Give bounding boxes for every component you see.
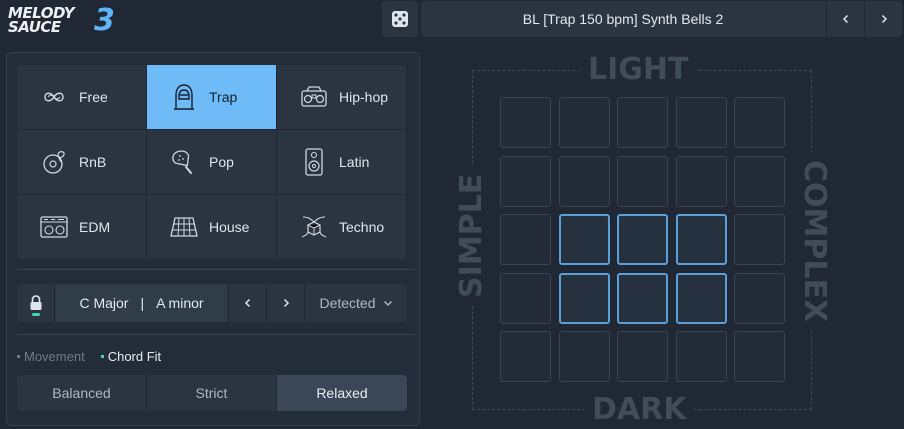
preset-next-button[interactable] xyxy=(864,1,902,37)
pad-cell[interactable] xyxy=(617,331,668,382)
genre-label: EDM xyxy=(79,219,111,235)
cube-swirl-icon xyxy=(299,212,329,242)
divider xyxy=(17,334,415,335)
preset-prev-button[interactable] xyxy=(826,1,864,37)
mixer-icon xyxy=(39,212,69,242)
key-selector: C Major | A minor Detected xyxy=(17,284,407,322)
pad-cell[interactable] xyxy=(559,156,610,207)
pad-cell[interactable] xyxy=(500,214,551,265)
pad-cell[interactable] xyxy=(617,97,668,148)
key-next-button[interactable] xyxy=(266,284,304,322)
genre-edm[interactable]: EDM xyxy=(17,195,146,259)
pad-cell[interactable] xyxy=(734,214,785,265)
chevron-down-icon xyxy=(383,301,392,306)
pad-cell[interactable] xyxy=(500,97,551,148)
genre-hip-hop[interactable]: Hip-hop xyxy=(277,65,406,129)
logo-version: 3 xyxy=(94,3,115,38)
genre-latin[interactable]: Latin xyxy=(277,130,406,194)
fit-strict-button[interactable]: Strict xyxy=(147,375,276,411)
axis-label-dark: DARK xyxy=(584,394,695,426)
lock-active-indicator xyxy=(32,313,40,316)
randomize-button[interactable] xyxy=(382,1,418,37)
mode-tabs: Movement Chord Fit xyxy=(17,348,177,364)
pad-cell[interactable] xyxy=(559,97,610,148)
genre-label: Pop xyxy=(209,154,234,170)
tab-label: Chord Fit xyxy=(107,348,162,364)
boombox-icon xyxy=(299,82,329,112)
preset-name[interactable]: BL [Trap 150 bpm] Synth Bells 2 xyxy=(421,1,825,37)
genre-label: House xyxy=(209,219,250,235)
pad-cell[interactable] xyxy=(617,156,668,207)
chevron-left-icon xyxy=(244,298,250,308)
genre-house[interactable]: House xyxy=(147,195,276,259)
hooded-figure-icon xyxy=(169,82,199,112)
keyboard-icon xyxy=(169,212,199,242)
genre-label: Hip-hop xyxy=(339,89,389,105)
key-prev-button[interactable] xyxy=(228,284,266,322)
genre-techno[interactable]: Techno xyxy=(277,195,406,259)
tab-label: Movement xyxy=(24,348,85,364)
fit-relaxed-button[interactable]: Relaxed xyxy=(277,375,407,411)
pad-cell[interactable] xyxy=(676,331,727,382)
popsicle-icon xyxy=(169,147,199,177)
key-display[interactable]: C Major | A minor xyxy=(56,284,227,322)
chevron-right-icon xyxy=(283,298,289,308)
fit-balanced-button[interactable]: Balanced xyxy=(17,375,146,411)
genre-rnb[interactable]: RnB xyxy=(17,130,146,194)
chord-fit-selector: Balanced Strict Relaxed xyxy=(17,375,407,411)
genre-label: Latin xyxy=(339,154,370,170)
pad-cell[interactable] xyxy=(617,214,668,265)
settings-panel: Free Trap Hip-hop RnB Pop Latin EDM Hous… xyxy=(6,52,420,426)
app-window: MELODY SAUCE 3 BL [Trap 150 bpm] Synth B… xyxy=(0,0,904,429)
key-major: C Major xyxy=(79,295,129,311)
genre-grid: Free Trap Hip-hop RnB Pop Latin EDM Hous… xyxy=(17,65,407,259)
genre-label: Trap xyxy=(209,89,238,105)
tab-indicator xyxy=(17,354,20,358)
axis-label-complex: COMPLEX xyxy=(797,152,832,331)
pad-cell[interactable] xyxy=(500,331,551,382)
tab-movement[interactable]: Movement xyxy=(17,349,85,364)
lock-icon xyxy=(30,295,41,310)
genre-free[interactable]: Free xyxy=(17,65,146,129)
pad-cell[interactable] xyxy=(676,214,727,265)
melody-sauce-logo: MELODY SAUCE 3 xyxy=(8,4,126,44)
genre-pop[interactable]: Pop xyxy=(147,130,276,194)
key-lock-button[interactable] xyxy=(17,284,55,322)
pad-cell[interactable] xyxy=(676,273,727,324)
pad-cell[interactable] xyxy=(734,97,785,148)
infinity-icon xyxy=(39,82,69,112)
pad-cell[interactable] xyxy=(500,273,551,324)
chevron-right-icon xyxy=(881,14,887,24)
speaker-icon xyxy=(299,147,329,177)
genre-label: RnB xyxy=(79,154,107,170)
logo-line2: SAUCE xyxy=(8,18,61,36)
pad-cell[interactable] xyxy=(734,156,785,207)
key-minor: A minor xyxy=(156,295,204,311)
pad-cell[interactable] xyxy=(559,214,610,265)
pad-cell[interactable] xyxy=(676,156,727,207)
pad-cell[interactable] xyxy=(559,273,610,324)
chevron-left-icon xyxy=(842,14,848,24)
pad-cell[interactable] xyxy=(559,331,610,382)
key-detect-dropdown[interactable]: Detected xyxy=(304,284,407,322)
vinyl-rose-icon xyxy=(39,147,69,177)
pad-cell[interactable] xyxy=(500,156,551,207)
genre-trap[interactable]: Trap xyxy=(147,65,276,129)
pad-cell[interactable] xyxy=(734,331,785,382)
genre-label: Techno xyxy=(339,219,385,235)
dice-icon xyxy=(392,11,408,27)
preset-selector: BL [Trap 150 bpm] Synth Bells 2 xyxy=(421,1,902,37)
tab-chord-fit[interactable]: Chord Fit xyxy=(100,348,162,364)
divider xyxy=(17,269,415,270)
pad-cell[interactable] xyxy=(734,273,785,324)
tab-indicator xyxy=(100,354,104,358)
axis-label-light: LIGHT xyxy=(580,54,697,86)
genre-label: Free xyxy=(79,89,108,105)
axis-label-simple: SIMPLE xyxy=(454,165,489,306)
pad-cell[interactable] xyxy=(676,97,727,148)
pad-cell[interactable] xyxy=(617,273,668,324)
detect-label: Detected xyxy=(319,295,376,311)
key-separator: | xyxy=(140,295,145,311)
style-pad-grid xyxy=(500,97,785,382)
